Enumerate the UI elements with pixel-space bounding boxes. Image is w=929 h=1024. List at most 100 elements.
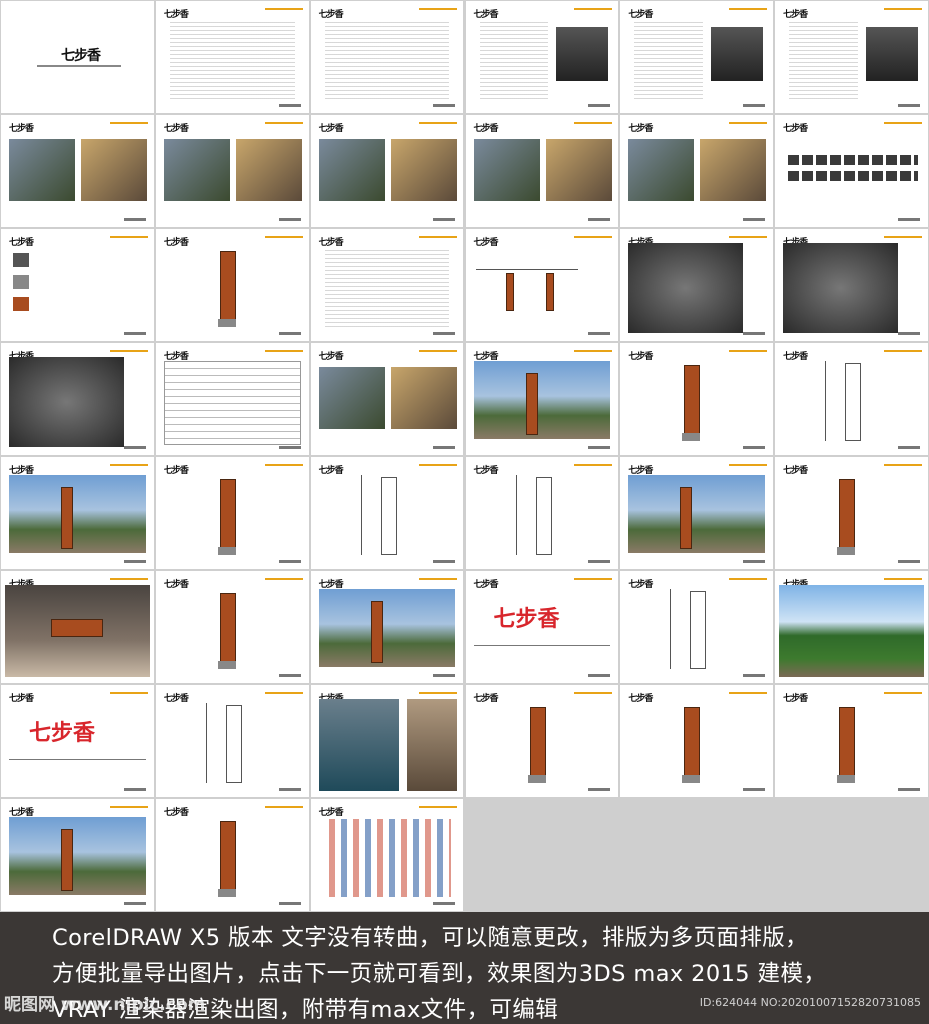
page-footer-mark [433,560,456,563]
page-thumbnail[interactable]: 七步香 [620,115,774,227]
page-thumbnail[interactable]: 七步香 [465,685,619,797]
page-thumbnail[interactable]: 七步香 [310,571,464,683]
photo [390,139,457,201]
text-block [634,19,704,99]
sign-base [217,889,236,897]
page-thumbnail[interactable]: 七步香 [310,229,464,341]
header-rule [574,692,613,694]
page-thumbnail[interactable]: 七步香 [620,685,774,797]
page-footer-mark [588,788,611,791]
page-thumbnail[interactable]: 七步香 [310,343,464,455]
page-thumbnail[interactable]: 七步香 [155,571,309,683]
page-footer-mark [278,446,301,449]
page-thumbnail[interactable]: 七步香 [155,457,309,569]
page-thumbnail[interactable]: 七步香 [620,343,774,455]
sign-post [545,273,554,311]
page-thumbnail[interactable]: 七步香 [775,571,928,683]
page-footer-mark [123,902,146,905]
photo [81,139,147,201]
photo [779,585,924,677]
photo [545,139,612,201]
photo [556,27,609,81]
page-thumbnail[interactable]: 七步香 [1,571,154,683]
page-thumbnail[interactable]: 七步香 [155,685,309,797]
sign-post [525,373,538,435]
drawing-outline [225,705,242,783]
brand-logo: 七步香 [318,808,344,818]
page-thumbnail[interactable]: 七步香 [1,1,154,113]
page-thumbnail[interactable]: 七步香 [775,457,928,569]
page-thumbnail[interactable]: 七步香 [465,457,619,569]
header-rule [574,122,613,124]
page-thumbnail[interactable]: 七步香 [775,1,928,113]
swatch [13,275,29,289]
map-image [628,243,744,333]
sign-base [682,775,701,783]
page-thumbnail[interactable]: 七步香 [1,457,154,569]
brand-logo: 七步香 [318,352,344,362]
page-thumbnail[interactable]: 七步香 [465,115,619,227]
page-thumbnail[interactable]: 七步香 [775,685,928,797]
text-block [169,19,295,99]
page-thumbnail[interactable]: 七步香 [465,229,619,341]
header-rule [419,236,458,238]
page-thumbnail[interactable]: 七步香 [155,1,309,113]
page-footer-mark [123,446,146,449]
photo [406,699,458,791]
page-thumbnail[interactable]: 七步香 [620,1,774,113]
page-thumbnail[interactable]: 七步香 [1,115,154,227]
drawing-outline [380,477,397,555]
page-thumbnail[interactable]: 七步香 [310,457,464,569]
page-footer-mark [588,674,611,677]
page-footer-mark [588,104,611,107]
header-rule [419,692,458,694]
page-footer-mark [897,560,920,563]
header-rule [729,350,768,352]
page-thumbnail[interactable]: 七步香 [155,343,309,455]
page-thumbnail[interactable]: 七步香 [310,799,464,911]
page-thumbnail[interactable]: 七步香 [310,685,464,797]
page-thumbnail[interactable]: 七步香 [310,115,464,227]
page-thumbnail[interactable]: 七步香 [1,229,154,341]
header-rule [419,806,458,808]
page-thumbnail[interactable]: 七步香 [155,115,309,227]
header-rule [574,464,613,466]
page-footer-mark [278,788,301,791]
page-thumbnail[interactable]: 七步香 七步香 [1,685,154,797]
photo [318,699,399,791]
icon-sheet [785,155,918,187]
brand-logo: 七步香 [318,466,344,476]
sign-post [529,707,546,781]
photo [700,139,767,201]
header-rule [264,578,303,580]
page-thumbnail[interactable]: 七步香 [620,229,774,341]
page-footer-mark [433,674,456,677]
header-rule [883,122,922,124]
page-thumbnail[interactable]: 七步香 [775,229,928,341]
page-thumbnail[interactable]: 七步香 [155,799,309,911]
text-block [324,19,450,99]
page-thumbnail[interactable]: 七步香 [620,457,774,569]
header-rule [574,236,613,238]
page-thumbnail[interactable]: 七步香 [465,1,619,113]
sign-base [682,433,701,441]
page-footer-mark [743,332,766,335]
page-thumbnail[interactable]: 七步香 [1,343,154,455]
page-footer-mark [897,446,920,449]
page-thumbnail[interactable]: 七步香 [155,229,309,341]
page-footer-mark [743,560,766,563]
sign-base [527,775,546,783]
page-thumbnail[interactable]: 七步香 七步香 [465,571,619,683]
page-thumbnail[interactable]: 七步香 [1,799,154,911]
page-thumbnail[interactable]: 七步香 [465,343,619,455]
page-footer-mark [278,902,301,905]
page-thumbnail[interactable]: 七步香 [310,1,464,113]
page-thumbnail[interactable]: 七步香 [775,343,928,455]
brand-logo: 七步香 [783,466,808,476]
page-footer-mark [897,104,920,107]
page-thumbnail[interactable]: 七步香 [775,115,928,227]
page-thumbnail[interactable]: 七步香 [620,571,774,683]
page-thumbnail-grid: 七步香 七步香 七步香 七步香 七步香 七步香 七步香 七步香 七步香 七步香 七步香 七步香 七步香七… [0,0,929,912]
header-rule [729,464,768,466]
brand-logo: 七步香 [473,694,499,704]
